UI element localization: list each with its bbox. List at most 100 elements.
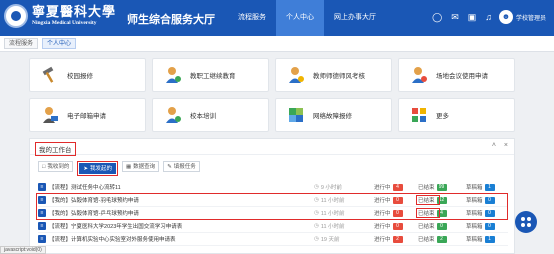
item-tag: 【流程】 [49,237,72,243]
hammer-icon [40,65,60,85]
inbox-icon: □ [42,163,46,170]
clock-icon: ◷ [314,236,319,242]
item-time: 11 小时前 [320,224,345,230]
item-tag: 【流程】 [49,185,72,191]
tab-initiated-highlight: ➤ 我发起的 [77,161,118,176]
service-label: 校本培训 [190,113,216,120]
finished-count[interactable]: 0 [436,222,447,230]
service-label: 教职工继续教育 [190,73,236,80]
draft-count[interactable]: 1 [484,183,495,191]
nav-personal-center[interactable]: 个人中心 [276,0,324,36]
tab-process-services[interactable]: 流程服务 [4,38,39,49]
chart-icon: ▦ [125,163,132,170]
service-label: 网络故障报修 [313,113,352,120]
finished-label: 已结束 [418,224,435,230]
top-header: 寧夏醫科大學 Ningxia Medical University 师生综合服务… [0,0,554,36]
message-icon[interactable]: ✉ [451,12,459,23]
service-card-network-repair[interactable]: 网络故障报修 [275,98,392,132]
edit-icon: ✎ [167,163,172,170]
bell-icon[interactable]: ♫ [485,12,492,23]
service-label: 校园报修 [67,73,93,80]
item-time: 19 天前 [320,237,340,243]
grid-icon [409,105,429,125]
person-badge-icon [163,65,183,85]
service-label: 场地会议使用申请 [436,73,488,80]
workbench-panel: 我的工作台 ˄ × □ 我收到的 ➤ 我发起的 ▦ 数据查询 ✎ 填报任务 ≡ 【流程】… [29,138,515,254]
in-progress-label: 进行中 [374,224,391,230]
clock-icon: ◷ [314,184,319,190]
in-progress-label: 进行中 [374,237,391,243]
collapse-icon[interactable]: ˄ [492,142,496,149]
service-card-repair[interactable]: 校园报修 [29,58,146,92]
item-title: 计算机实验中心实验室对外服务使用申请表 [71,237,176,243]
clock-icon: ◷ [314,223,319,229]
email-icon [40,105,60,125]
document-icon: ≡ [38,183,46,191]
service-card-school-training[interactable]: 校本培训 [152,98,269,132]
tab-fill-task[interactable]: ✎ 填报任务 [163,161,200,172]
nav-process-services[interactable]: 流程服务 [228,0,276,36]
service-card-venue-booking[interactable]: 场地会议使用申请 [398,58,515,92]
logo-chinese: 寧夏醫科大學 [32,4,117,20]
item-title: 宁夏医科大学2023年学生出国交流学习申请表 [71,224,183,230]
seal-icon [4,4,28,28]
service-label: 更多 [436,113,449,120]
document-icon: ≡ [38,222,46,230]
tab-received[interactable]: □ 我收到的 [38,161,74,172]
item-tag: 【流程】 [49,224,72,230]
send-icon: ➤ [83,165,88,172]
tab-personal-center[interactable]: 个人中心 [42,38,77,49]
service-card-ethics-review[interactable]: 教师师德师风考核 [275,58,392,92]
main-nav: 流程服务 个人中心 网上办事大厅 [228,0,386,36]
user-menu[interactable]: ☻ 学校管理员 [498,10,546,24]
list-item[interactable]: ≡ 【流程】计算机实验中心实验室对外服务使用申请表 ◷ 19 天前 进行中 2 已结… [38,233,508,246]
item-title: 测试任务中心流转11 [71,185,121,191]
finished-label: 已结束 [418,237,435,243]
finished-count[interactable]: 2 [436,235,447,243]
puzzle-icon [286,105,306,125]
workbench-title: 我的工作台 [35,142,76,156]
service-label: 电子邮箱申请 [67,113,106,120]
nav-online-hall[interactable]: 网上办事大厅 [324,0,386,36]
apps-fab-button[interactable] [515,211,537,233]
tab-label: 我收到的 [47,163,70,170]
tab-label: 数据查询 [133,163,156,170]
draft-count[interactable]: 1 [484,235,495,243]
person-badge-icon [286,65,306,85]
service-card-continuing-edu[interactable]: 教职工继续教育 [152,58,269,92]
tab-initiated[interactable]: ➤ 我发起的 [79,163,116,174]
item-time: 9 小时前 [320,185,342,191]
list-item[interactable]: ≡ 【流程】宁夏医科大学2023年学生出国交流学习申请表 ◷ 11 小时前 进行中… [38,220,508,233]
annotation-finished-highlight [416,208,440,218]
chat-icon[interactable]: ◯ [432,12,442,23]
annotation-finished-highlight [416,195,440,205]
in-progress-count[interactable]: 2 [392,235,403,243]
tab-label: 我发起的 [89,165,112,172]
tab-label: 填报任务 [173,163,196,170]
page-tabs: 流程服务 个人中心 [0,36,554,52]
university-logo[interactable]: 寧夏醫科大學 Ningxia Medical University [4,4,116,28]
service-label: 教师师德师风考核 [313,73,365,80]
close-icon[interactable]: × [504,142,508,149]
browser-status-bar: javascript:void(0) [0,246,46,254]
logo-english: Ningxia Medical University [32,19,97,26]
draft-count[interactable]: 0 [484,222,495,230]
service-card-more[interactable]: 更多 [398,98,515,132]
draft-label: 草稿箱 [466,185,483,191]
draft-label: 草稿箱 [466,237,483,243]
in-progress-count[interactable]: 0 [392,222,403,230]
person-badge-icon [409,65,429,85]
workbench-tabs: □ 我收到的 ➤ 我发起的 ▦ 数据查询 ✎ 填报任务 [38,161,200,176]
draft-label: 草稿箱 [466,224,483,230]
finished-count[interactable]: 99 [436,183,447,191]
avatar: ☻ [498,10,513,24]
service-card-email[interactable]: 电子邮箱申请 [29,98,146,132]
in-progress-label: 进行中 [374,185,391,191]
in-progress-count[interactable]: 4 [392,183,403,191]
apps-grid-icon [521,217,531,227]
tshirt-icon[interactable]: ▣ [468,12,477,23]
person-badge-icon [163,105,183,125]
user-name: 学校管理员 [515,15,546,22]
tab-data-query[interactable]: ▦ 数据查询 [121,161,160,172]
finished-label: 已结束 [418,185,435,191]
